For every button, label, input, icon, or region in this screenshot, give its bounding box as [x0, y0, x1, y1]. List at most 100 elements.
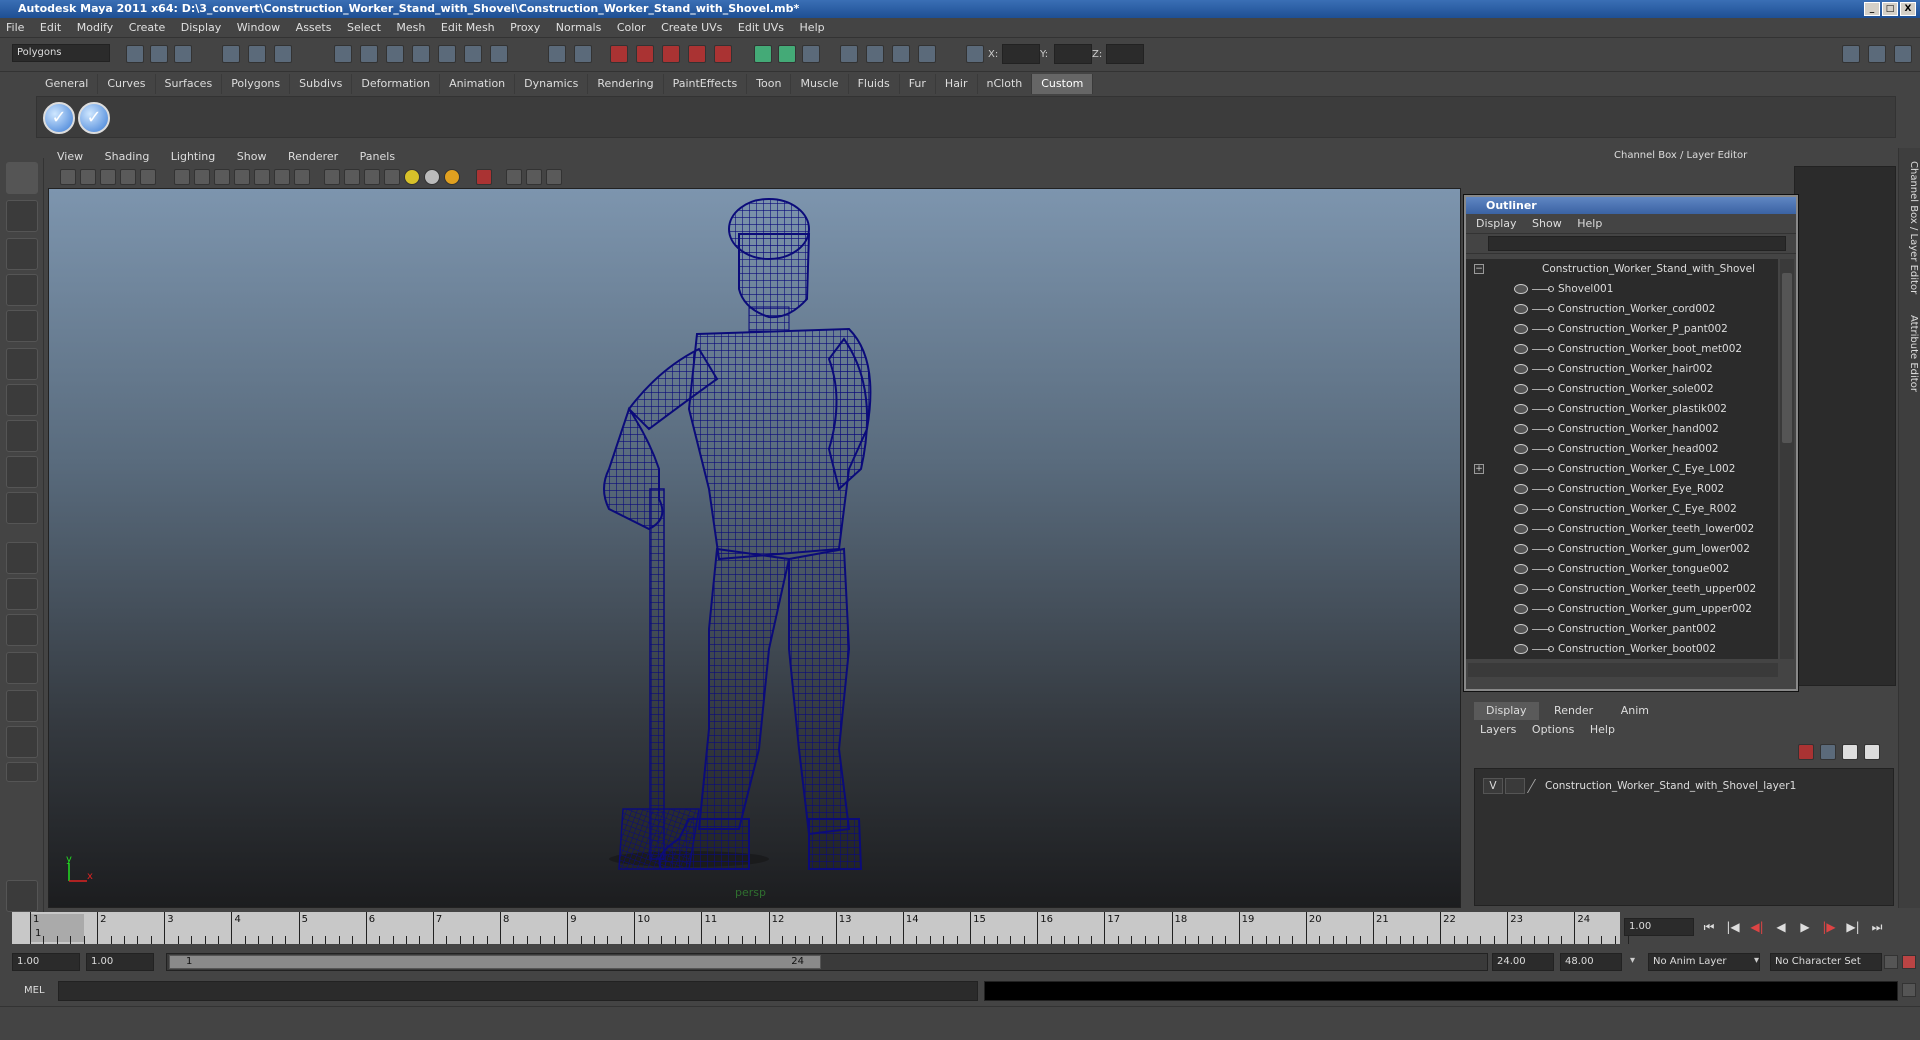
toggle-tool-settings-icon[interactable]: [1868, 45, 1886, 63]
layout-options-icon[interactable]: [6, 762, 38, 782]
shelf-tab-fur[interactable]: Fur: [900, 74, 936, 94]
last-tool-icon[interactable]: [6, 492, 38, 524]
script-editor-icon[interactable]: [1902, 983, 1916, 997]
resolution-gate-icon[interactable]: [214, 169, 230, 185]
end-time-field[interactable]: 48.00: [1560, 953, 1622, 971]
magnet-curve-icon[interactable]: [636, 45, 654, 63]
script-editor-icon[interactable]: [6, 880, 38, 912]
backface-icon[interactable]: [546, 169, 562, 185]
shelf-tab-fluids[interactable]: Fluids: [849, 74, 900, 94]
character-set-dropdown[interactable]: No Character Set: [1770, 953, 1882, 971]
shelf-tab-polygons[interactable]: Polygons: [222, 74, 291, 94]
shelf-tab-muscle[interactable]: Muscle: [791, 74, 849, 94]
panel-menu-view[interactable]: View: [48, 148, 92, 166]
step-forward-frame-icon[interactable]: |▶: [1818, 918, 1840, 936]
side-tab-attribute-editor[interactable]: Attribute Editor: [1901, 308, 1919, 398]
snap-point-icon[interactable]: [386, 45, 404, 63]
menu-window[interactable]: Window: [231, 18, 286, 38]
maximize-button[interactable]: □: [1882, 2, 1898, 16]
render-current-icon[interactable]: [754, 45, 772, 63]
select-object-icon[interactable]: [248, 45, 266, 63]
list-item[interactable]: Construction_Worker_teeth_upper002: [1466, 579, 1778, 599]
list-item[interactable]: Construction_Worker_hand002: [1466, 419, 1778, 439]
layer-menu-layers[interactable]: Layers: [1474, 720, 1522, 740]
expand-icon[interactable]: +: [1474, 464, 1484, 474]
soft-modification-icon[interactable]: [6, 420, 38, 452]
current-frame-field[interactable]: 1.00: [1624, 918, 1694, 936]
menu-display[interactable]: Display: [175, 18, 228, 38]
manipulator-tool-icon[interactable]: [6, 384, 38, 416]
checkmark-icon[interactable]: ✓: [78, 102, 110, 134]
layer-type-toggle[interactable]: [1505, 778, 1525, 794]
default-light-icon[interactable]: [404, 169, 420, 185]
gate-mask-icon[interactable]: [234, 169, 250, 185]
shelf-tab-deformation[interactable]: Deformation: [352, 74, 441, 94]
bookmark-icon[interactable]: [80, 169, 96, 185]
magnet-surface-icon[interactable]: [688, 45, 706, 63]
shelf-tab-hair[interactable]: Hair: [936, 74, 978, 94]
select-tool-icon[interactable]: [6, 162, 38, 194]
move-tool-icon[interactable]: [6, 274, 38, 306]
list-item[interactable]: Construction_Worker_boot_met002: [1466, 339, 1778, 359]
side-tab-channel-box[interactable]: Channel Box / Layer Editor: [1901, 158, 1919, 298]
list-item[interactable]: Construction_Worker_hair002: [1466, 359, 1778, 379]
channel-box-area[interactable]: [1794, 166, 1896, 686]
shelf-tab-toon[interactable]: Toon: [747, 74, 792, 94]
list-item[interactable]: Construction_Worker_C_Eye_R002: [1466, 499, 1778, 519]
shelf-tab-curves[interactable]: Curves: [98, 74, 156, 94]
list-item[interactable]: Construction_Worker_pant002: [1466, 619, 1778, 639]
panel-menu-shading[interactable]: Shading: [96, 148, 159, 166]
make-live-icon[interactable]: [438, 45, 456, 63]
layer-menu-help[interactable]: Help: [1584, 720, 1621, 740]
absolute-transform-icon[interactable]: [966, 45, 984, 63]
list-item[interactable]: Construction_Worker_cord002: [1466, 299, 1778, 319]
command-input[interactable]: [58, 981, 978, 1001]
wireframe-on-shaded-icon[interactable]: [364, 169, 380, 185]
move-layer-down-icon[interactable]: [1864, 744, 1880, 760]
list-item[interactable]: Construction_Worker_plastik002: [1466, 399, 1778, 419]
single-pane-layout-icon[interactable]: [6, 542, 38, 574]
menu-select[interactable]: Select: [341, 18, 387, 38]
playback-start-field[interactable]: 1.00: [86, 953, 154, 971]
menu-create-uvs[interactable]: Create UVs: [655, 18, 728, 38]
panel-menu-lighting[interactable]: Lighting: [162, 148, 224, 166]
input-line-icon[interactable]: [840, 45, 858, 63]
lock-icon[interactable]: [548, 45, 566, 63]
go-to-end-icon[interactable]: ⏭: [1866, 918, 1888, 936]
render-settings-icon[interactable]: [802, 45, 820, 63]
command-language-label[interactable]: MEL: [24, 985, 45, 996]
layer-tab-display[interactable]: Display: [1474, 702, 1539, 720]
history-icon[interactable]: [464, 45, 482, 63]
layer-list[interactable]: V Construction_Worker_Stand_with_Shovel_…: [1474, 768, 1894, 906]
list-item[interactable]: Shovel001: [1466, 279, 1778, 299]
outliner-filter-input[interactable]: [1488, 236, 1786, 251]
show-manipulator-icon[interactable]: [6, 456, 38, 488]
x-field[interactable]: [1002, 44, 1040, 64]
step-forward-key-icon[interactable]: ▶|: [1842, 918, 1864, 936]
move-layer-up-icon[interactable]: [1842, 744, 1858, 760]
layer-tab-render[interactable]: Render: [1542, 702, 1605, 720]
menuset-dropdown[interactable]: Polygons: [12, 44, 110, 62]
menu-normals[interactable]: Normals: [550, 18, 608, 38]
relative-icon[interactable]: [918, 45, 936, 63]
magnet-point-icon[interactable]: [662, 45, 680, 63]
snap-curve-icon[interactable]: [360, 45, 378, 63]
list-item[interactable]: Construction_Worker_teeth_lower002: [1466, 519, 1778, 539]
anim-layer-dropdown[interactable]: No Anim Layer: [1648, 953, 1760, 971]
panel-menu-show[interactable]: Show: [228, 148, 276, 166]
shelf-tab-custom[interactable]: Custom: [1032, 74, 1094, 94]
list-item[interactable]: Construction_Worker_tongue002: [1466, 559, 1778, 579]
film-gate-icon[interactable]: [194, 169, 210, 185]
outliner-root-item[interactable]: − Construction_Worker_Stand_with_Shovel: [1466, 259, 1778, 279]
select-hierarchy-icon[interactable]: [222, 45, 240, 63]
outliner-persp-layout-icon[interactable]: [6, 614, 38, 646]
shelf-tab-general[interactable]: General: [36, 74, 99, 94]
select-highlight-icon[interactable]: [574, 45, 592, 63]
snap-grid-icon[interactable]: [334, 45, 352, 63]
grid-icon[interactable]: [174, 169, 190, 185]
shelf-tab-dynamics[interactable]: Dynamics: [515, 74, 589, 94]
ipr-render-icon[interactable]: [778, 45, 796, 63]
rename-icon[interactable]: [866, 45, 884, 63]
scrollbar-thumb[interactable]: [1782, 273, 1792, 443]
snap-plane-icon[interactable]: [412, 45, 430, 63]
